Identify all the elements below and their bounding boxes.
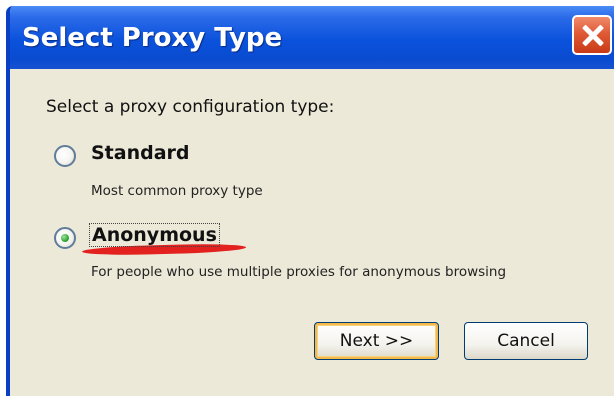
option-standard-description: Most common proxy type — [91, 183, 263, 199]
option-anonymous-label[interactable]: Anonymous — [89, 223, 220, 247]
title-bar[interactable]: Select Proxy Type — [10, 6, 614, 69]
window-title: Select Proxy Type — [22, 23, 283, 53]
next-button[interactable]: Next >> — [314, 322, 439, 360]
radio-selected-dot — [61, 234, 69, 242]
radio-anonymous[interactable] — [54, 227, 76, 249]
cancel-button[interactable]: Cancel — [464, 322, 588, 360]
dialog-window: Select Proxy Type Select a proxy configu… — [6, 6, 614, 396]
radio-standard[interactable] — [54, 145, 76, 167]
option-anonymous-description: For people who use multiple proxies for … — [91, 264, 507, 280]
dialog-prompt: Select a proxy configuration type: — [46, 97, 335, 117]
option-standard-label[interactable]: Standard — [91, 142, 190, 164]
close-icon[interactable] — [572, 15, 612, 55]
